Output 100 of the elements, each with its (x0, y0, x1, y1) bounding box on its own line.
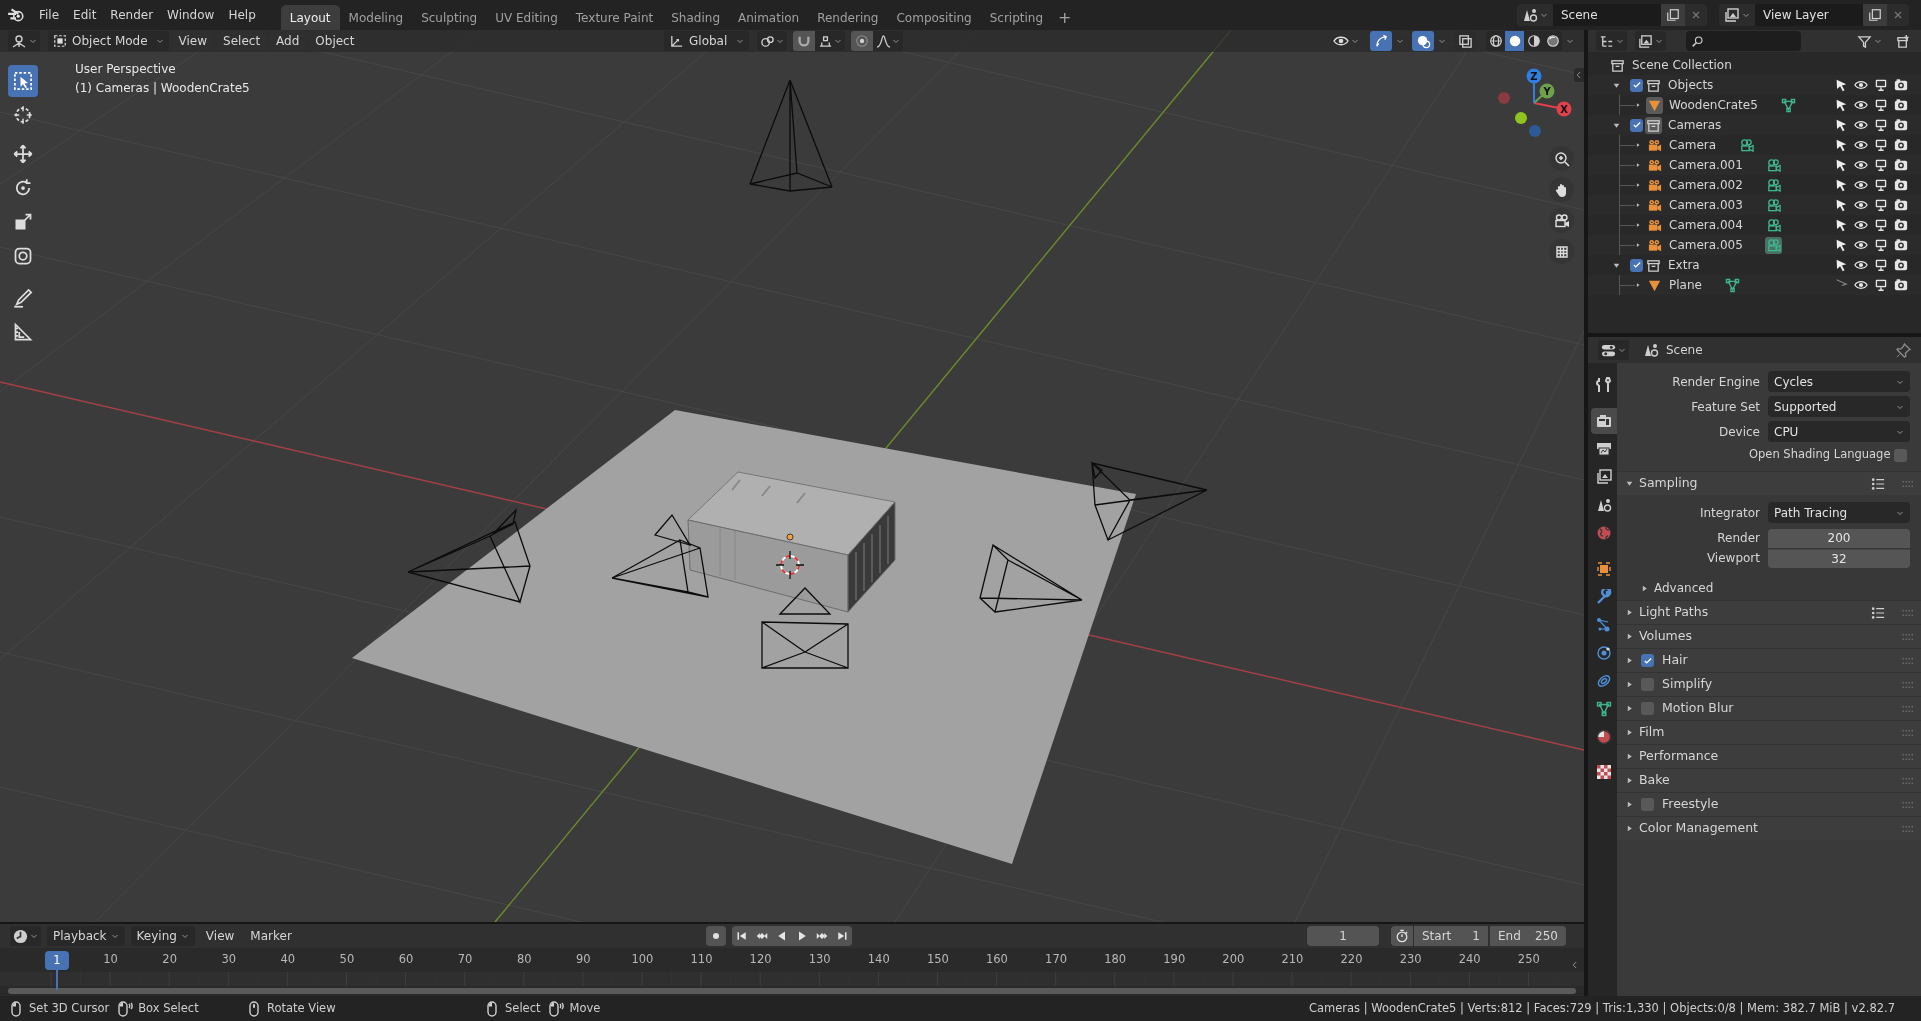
monitor-icon[interactable] (1874, 158, 1888, 172)
collapsed-arrow-icon[interactable] (1635, 181, 1641, 189)
checkbox[interactable] (1641, 702, 1654, 715)
collapsed-arrow-icon[interactable] (1635, 161, 1641, 169)
tree-item-label[interactable]: Objects (1668, 76, 1714, 94)
panel-title[interactable]: Performance (1639, 747, 1719, 766)
arrow-cursor-icon[interactable] (1834, 138, 1848, 152)
collapsed-arrow-icon[interactable] (1635, 241, 1641, 249)
camera-data-icon[interactable] (1738, 136, 1756, 154)
arrow-cursor-icon[interactable] (1834, 118, 1848, 132)
eye-icon[interactable] (1854, 258, 1868, 272)
workspace-tab[interactable]: Rendering (808, 5, 888, 30)
camera-icon[interactable] (1894, 178, 1908, 192)
tree-item-label[interactable]: Camera.005 (1669, 236, 1743, 254)
menu-item[interactable]: Render (103, 4, 161, 26)
camera-icon[interactable] (1894, 198, 1908, 212)
select-tool[interactable] (7, 65, 38, 97)
camera-data-icon[interactable] (1764, 236, 1782, 254)
collapsed-arrow-icon[interactable] (1625, 680, 1634, 689)
browse-button[interactable] (1517, 4, 1553, 26)
tree-item-label[interactable]: Scene Collection (1632, 56, 1732, 74)
pin-icon[interactable] (1896, 342, 1911, 358)
dropdown[interactable]: Path Tracing (1768, 502, 1910, 523)
search-field[interactable] (1686, 31, 1801, 51)
tree-item-label[interactable]: Camera.001 (1669, 156, 1743, 174)
pivot-button[interactable] (757, 31, 788, 51)
scrollbar[interactable] (8, 988, 1576, 994)
snap-target-button[interactable] (815, 31, 846, 51)
panel-title[interactable]: Bake (1639, 771, 1670, 790)
workspace-tab[interactable]: UV Editing (486, 5, 567, 30)
panel-title[interactable]: Freestyle (1662, 795, 1719, 814)
editor-type-button[interactable] (1598, 340, 1629, 360)
workspace-tab[interactable]: Sculpting (412, 5, 487, 30)
checkbox[interactable] (1641, 654, 1654, 667)
monitor-icon[interactable] (1874, 178, 1888, 192)
camera-icon[interactable] (1894, 278, 1908, 292)
collapsed-arrow-icon[interactable] (1635, 221, 1641, 229)
monitor-icon[interactable] (1874, 118, 1888, 132)
workspace-tab[interactable]: Shading (662, 5, 729, 30)
eye-icon[interactable] (1854, 158, 1868, 172)
arrow-cursor-icon[interactable] (1834, 98, 1848, 112)
collapsed-arrow-icon[interactable] (1625, 656, 1634, 665)
scene-name-field[interactable]: Scene (1553, 4, 1661, 26)
workspace-tab[interactable]: Modeling (339, 5, 413, 30)
panel-title[interactable]: Motion Blur (1662, 699, 1734, 718)
tree-item-label[interactable]: Cameras (1668, 116, 1722, 134)
eye-icon[interactable] (1854, 178, 1868, 192)
overlay-toggle[interactable] (1412, 31, 1434, 51)
panel-title[interactable]: Film (1639, 723, 1665, 742)
menu-dropdown[interactable]: Playback (47, 926, 125, 946)
properties-tab[interactable] (1591, 408, 1617, 434)
editor-type-button[interactable] (1596, 31, 1627, 51)
orientation-dropdown[interactable]: Global (664, 31, 750, 51)
panel-title[interactable]: Color Management (1639, 819, 1758, 838)
tree-item-label[interactable]: Camera.004 (1669, 216, 1743, 234)
close-button[interactable] (1685, 4, 1707, 26)
collapse-arrow-icon[interactable] (1574, 68, 1584, 82)
mode-dropdown[interactable]: Object Mode (48, 31, 169, 51)
camera-icon[interactable] (1894, 78, 1908, 92)
menu-item[interactable]: View (200, 926, 240, 946)
tree-item-label[interactable]: WoodenCrate5 (1669, 96, 1758, 114)
collapsed-arrow-icon[interactable] (1625, 608, 1634, 617)
checkbox[interactable] (1641, 678, 1654, 691)
solid-shading-button[interactable] (1505, 31, 1524, 51)
frame-track[interactable] (0, 972, 1584, 986)
collapsed-arrow-icon[interactable] (1625, 728, 1634, 737)
arrow-cursor-icon[interactable] (1834, 258, 1848, 272)
add-workspace-button[interactable]: + (1052, 5, 1078, 30)
eye-icon[interactable] (1854, 278, 1868, 292)
monitor-icon[interactable] (1874, 78, 1888, 92)
workspace-tab[interactable]: Compositing (887, 5, 981, 30)
close-button[interactable] (1887, 4, 1909, 26)
collapsed-arrow-icon[interactable] (1625, 704, 1634, 713)
camera-icon[interactable] (1894, 238, 1908, 252)
monitor-icon[interactable] (1874, 138, 1888, 152)
camera-icon[interactable] (1894, 118, 1908, 132)
camera-icon[interactable] (1894, 138, 1908, 152)
number-field[interactable]: 32 (1768, 548, 1910, 568)
arrow-cursor-icon[interactable] (1834, 238, 1848, 252)
panel-title[interactable]: Sampling (1639, 474, 1698, 493)
duplicate-button[interactable] (1661, 4, 1685, 26)
workspace-tab[interactable]: Layout (280, 5, 340, 30)
workspace-tab[interactable]: Animation (729, 5, 809, 30)
gizmo-toggle[interactable] (1370, 31, 1392, 51)
menu-item[interactable]: Marker (245, 926, 297, 946)
eye-icon[interactable] (1854, 238, 1868, 252)
collapsed-arrow-icon[interactable] (1625, 632, 1634, 641)
collapsed-arrow-icon[interactable] (1635, 101, 1641, 109)
monitor-icon[interactable] (1874, 98, 1888, 112)
tree-item-label[interactable]: Extra (1668, 256, 1700, 274)
checkbox[interactable] (1894, 448, 1907, 462)
arrow-cursor-icon[interactable] (1834, 198, 1848, 212)
collapsed-arrow-icon[interactable] (1625, 824, 1634, 833)
eye-icon[interactable] (1854, 138, 1868, 152)
camera-icon[interactable] (1894, 158, 1908, 172)
view-layer-field[interactable]: View Layer (1755, 4, 1863, 26)
checkbox[interactable] (1630, 118, 1643, 132)
arrow-cursor-icon[interactable] (1834, 78, 1848, 92)
editor-type-button[interactable] (10, 926, 41, 946)
preview-range-toggle[interactable] (1391, 926, 1413, 946)
